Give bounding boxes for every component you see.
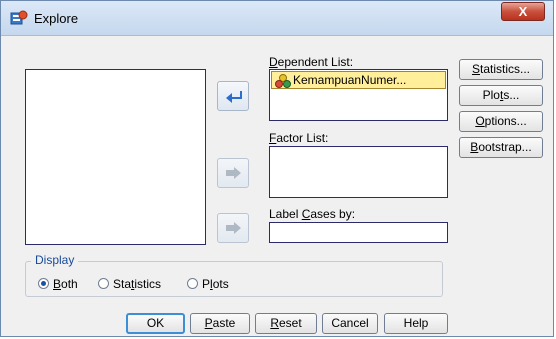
dependent-list[interactable]: KemampuanNumer... xyxy=(269,69,448,121)
radio-indicator xyxy=(98,278,109,289)
statistics-button[interactable]: Statistics... xyxy=(459,59,543,80)
cancel-button[interactable]: Cancel xyxy=(322,313,378,334)
factor-list[interactable] xyxy=(269,146,448,198)
dependent-list-label: Dependent List: xyxy=(269,55,354,69)
title-bar: Explore X xyxy=(1,1,553,36)
ok-button[interactable]: OK xyxy=(126,313,185,334)
reset-button[interactable]: Reset xyxy=(255,313,317,334)
list-item[interactable]: KemampuanNumer... xyxy=(271,71,446,89)
move-to-factor-button[interactable] xyxy=(217,158,249,188)
radio-indicator xyxy=(187,278,198,289)
options-button[interactable]: Options... xyxy=(459,111,543,132)
factor-list-label: Factor List: xyxy=(269,131,329,145)
display-plots-label: Plots xyxy=(202,277,229,291)
close-button[interactable]: X xyxy=(501,2,545,21)
radio-selected-indicator xyxy=(38,278,49,289)
arrow-right-icon xyxy=(226,167,241,179)
plots-button[interactable]: Plots... xyxy=(459,85,543,106)
dependent-variable-name: KemampuanNumer... xyxy=(293,73,407,87)
display-both-label: Both xyxy=(53,277,78,291)
display-group xyxy=(25,261,443,297)
label-cases-field[interactable] xyxy=(269,222,448,243)
display-statistics-label: Statistics xyxy=(113,277,162,291)
arrow-left-icon xyxy=(226,91,242,103)
display-legend: Display xyxy=(31,253,79,267)
move-to-dependent-button[interactable] xyxy=(217,81,249,111)
paste-button[interactable]: Paste xyxy=(190,313,250,334)
window-title: Explore xyxy=(34,11,79,26)
label-cases-label: Label Cases by: xyxy=(269,207,356,221)
scale-variable-icon xyxy=(275,74,291,88)
spss-dialog-icon xyxy=(10,10,28,26)
bootstrap-button[interactable]: Bootstrap... xyxy=(459,137,543,158)
arrow-right-icon xyxy=(226,222,241,234)
close-icon: X xyxy=(518,4,528,19)
explore-dialog: Explore X Dependent List: KemampuanNumer… xyxy=(0,0,554,337)
variable-source-list[interactable] xyxy=(25,69,206,245)
help-button[interactable]: Help xyxy=(384,313,448,334)
move-to-label-cases-button[interactable] xyxy=(217,213,249,243)
